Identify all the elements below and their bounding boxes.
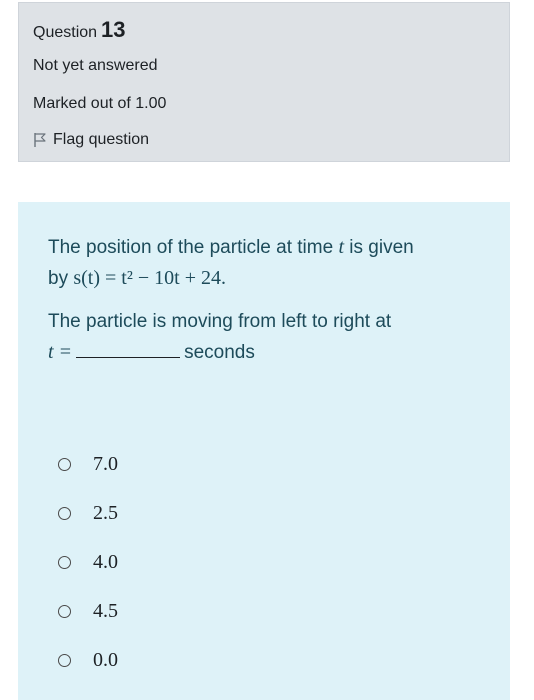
- option-row[interactable]: 4.5: [58, 587, 118, 636]
- option-row[interactable]: 4.0: [58, 538, 118, 587]
- flag-question-label: Flag question: [53, 131, 150, 148]
- question-text: The position of the particle at time t i…: [48, 232, 488, 368]
- option-label: 7.0: [93, 453, 118, 475]
- question-text-line2: by: [48, 268, 74, 289]
- seconds-label: seconds: [184, 342, 255, 363]
- option-label: 4.5: [93, 600, 118, 622]
- option-label: 4.0: [93, 551, 118, 573]
- answer-blank: [76, 343, 181, 358]
- question-number-heading: Question 13: [33, 17, 126, 43]
- radio-button[interactable]: [58, 654, 71, 667]
- position-equation: s(t) = t² − 10t + 24.: [73, 267, 226, 289]
- answer-options: 7.0 2.5 4.0 4.5 0.0: [58, 440, 118, 685]
- radio-button[interactable]: [58, 458, 71, 471]
- question-content-panel: The position of the particle at time t i…: [18, 202, 510, 700]
- option-row[interactable]: 7.0: [58, 440, 118, 489]
- question-grade: Marked out of 1.00: [33, 95, 167, 112]
- question-number: 13: [101, 17, 126, 42]
- question-text-line1-end: is given: [344, 237, 414, 258]
- option-row[interactable]: 0.0: [58, 636, 118, 685]
- option-row[interactable]: 2.5: [58, 489, 118, 538]
- radio-button[interactable]: [58, 605, 71, 618]
- question-label: Question: [33, 24, 98, 41]
- answer-state: Not yet answered: [33, 57, 158, 74]
- flag-question-button[interactable]: Flag question: [33, 131, 149, 149]
- question-prompt: The particle is moving from left to righ…: [48, 311, 392, 332]
- t-equals: t =: [48, 341, 73, 363]
- question-info-panel: Question 13 Not yet answered Marked out o…: [18, 2, 510, 162]
- radio-button[interactable]: [58, 507, 71, 520]
- option-label: 0.0: [93, 649, 118, 671]
- option-label: 2.5: [93, 502, 118, 524]
- radio-button[interactable]: [58, 556, 71, 569]
- question-text-line1: The position of the particle at time: [48, 237, 339, 258]
- flag-icon: [34, 133, 46, 147]
